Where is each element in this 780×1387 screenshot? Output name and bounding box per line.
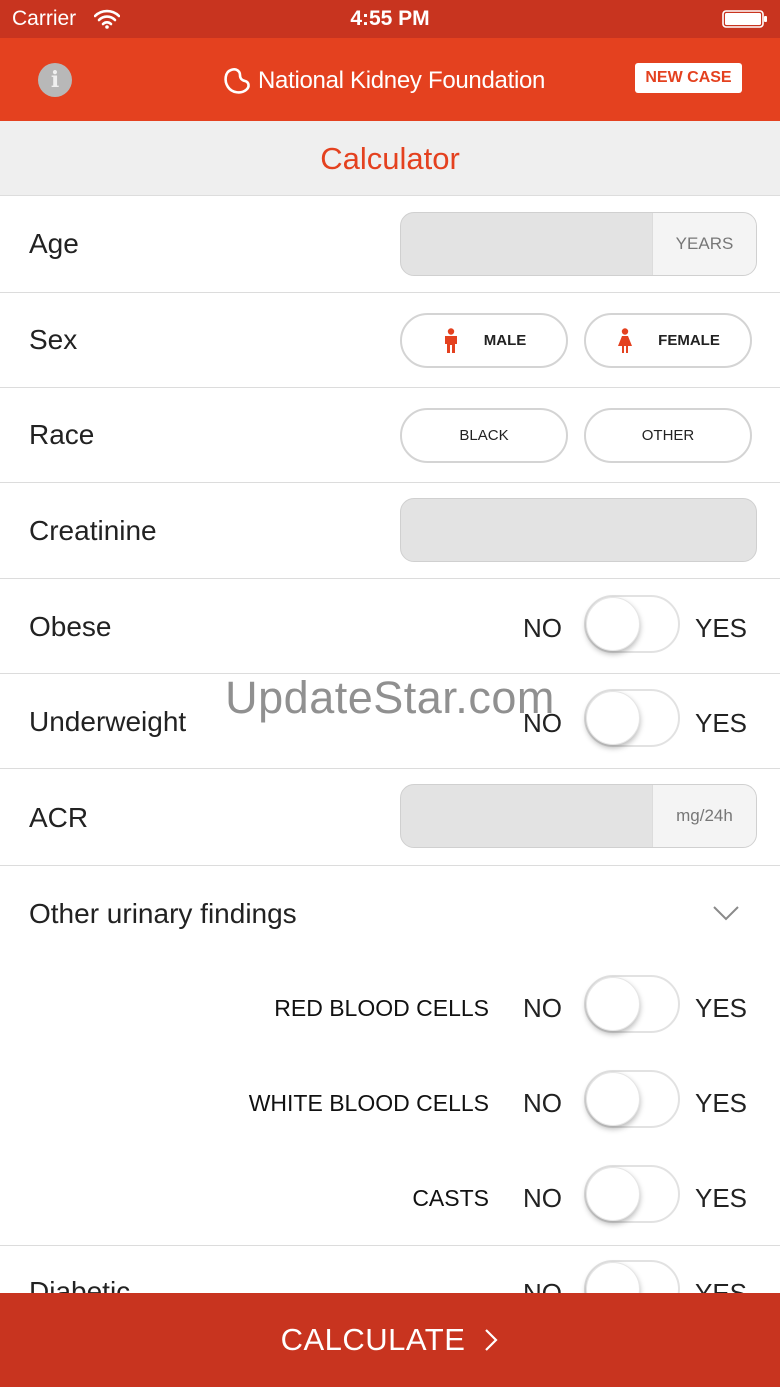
toggle-knob: [586, 977, 640, 1031]
red-blood-cells-yes-label: YES: [695, 993, 748, 1023]
black-button[interactable]: BLACK: [400, 408, 568, 463]
calculate-label: CALCULATE: [280, 1322, 466, 1357]
female-button[interactable]: FEMALE: [584, 313, 752, 368]
obese-row: Obese NO YES: [0, 579, 780, 674]
toggle-knob: [586, 1072, 640, 1126]
white-blood-cells-toggle[interactable]: [584, 1070, 680, 1128]
other-urinary-label[interactable]: Other urinary findings: [29, 898, 297, 930]
acr-unit-label: mg/24h: [652, 785, 756, 847]
white-blood-cells-yes-label: YES: [695, 1088, 748, 1118]
calculate-button[interactable]: CALCULATE: [0, 1293, 780, 1387]
casts-label: CASTS: [412, 1185, 489, 1211]
acr-row: ACR mg/24h: [0, 769, 780, 866]
clock: 4:55 PM: [350, 7, 430, 30]
chevron-down-icon[interactable]: [712, 904, 740, 922]
race-row: Race BLACK OTHER: [0, 388, 780, 483]
sex-label: Sex: [29, 324, 78, 355]
age-row: Age YEARS: [0, 197, 780, 293]
red-blood-cells-toggle[interactable]: [584, 975, 680, 1033]
sex-row: Sex MALE FEMALE: [0, 293, 780, 388]
obese-no-label: NO: [523, 613, 562, 643]
kidney-logo-icon: [224, 68, 250, 94]
toggle-knob: [586, 597, 640, 651]
casts-yes-label: YES: [695, 1183, 748, 1213]
other-button[interactable]: OTHER: [584, 408, 752, 463]
age-input[interactable]: YEARS: [400, 212, 757, 276]
other-urinary-section: Other urinary findings RED BLOOD CELLS N…: [0, 866, 780, 1246]
casts-toggle[interactable]: [584, 1165, 680, 1223]
nav-bar: i National Kidney Foundation NEW CASE: [0, 38, 780, 121]
obese-label: Obese: [29, 611, 112, 642]
info-icon[interactable]: i: [38, 63, 72, 97]
creatinine-input[interactable]: [400, 498, 757, 562]
status-bar: Carrier 4:55 PM: [0, 0, 780, 38]
red-blood-cells-label: RED BLOOD CELLS: [274, 995, 489, 1021]
female-label: FEMALE: [658, 332, 720, 349]
race-label: Race: [29, 419, 95, 450]
red-blood-cells-no-label: NO: [523, 993, 562, 1023]
obese-yes-label: YES: [695, 613, 748, 643]
male-button[interactable]: MALE: [400, 313, 568, 368]
age-label: Age: [29, 228, 79, 259]
casts-no-label: NO: [523, 1183, 562, 1213]
toggle-knob: [586, 1167, 640, 1221]
female-icon: [618, 327, 633, 353]
male-icon: [444, 327, 457, 353]
new-case-button[interactable]: NEW CASE: [635, 63, 742, 93]
acr-input[interactable]: mg/24h: [400, 784, 757, 848]
section-header: Calculator: [0, 121, 780, 196]
acr-label: ACR: [29, 802, 89, 833]
chevron-right-icon: [485, 1329, 498, 1351]
age-unit-label: YEARS: [652, 213, 756, 275]
white-blood-cells-no-label: NO: [523, 1088, 562, 1118]
brand-logo: National Kidney Foundation: [222, 64, 545, 98]
male-label: MALE: [483, 332, 527, 349]
page-title: Calculator: [320, 141, 460, 176]
creatinine-label: Creatinine: [29, 515, 157, 546]
brand-name: National Kidney Foundation: [258, 67, 546, 94]
white-blood-cells-label: WHITE BLOOD CELLS: [248, 1090, 489, 1116]
battery-icon: [722, 10, 767, 28]
obese-toggle[interactable]: [584, 595, 680, 653]
creatinine-row: Creatinine: [0, 483, 780, 579]
watermark: UpdateStar.com: [225, 672, 555, 723]
